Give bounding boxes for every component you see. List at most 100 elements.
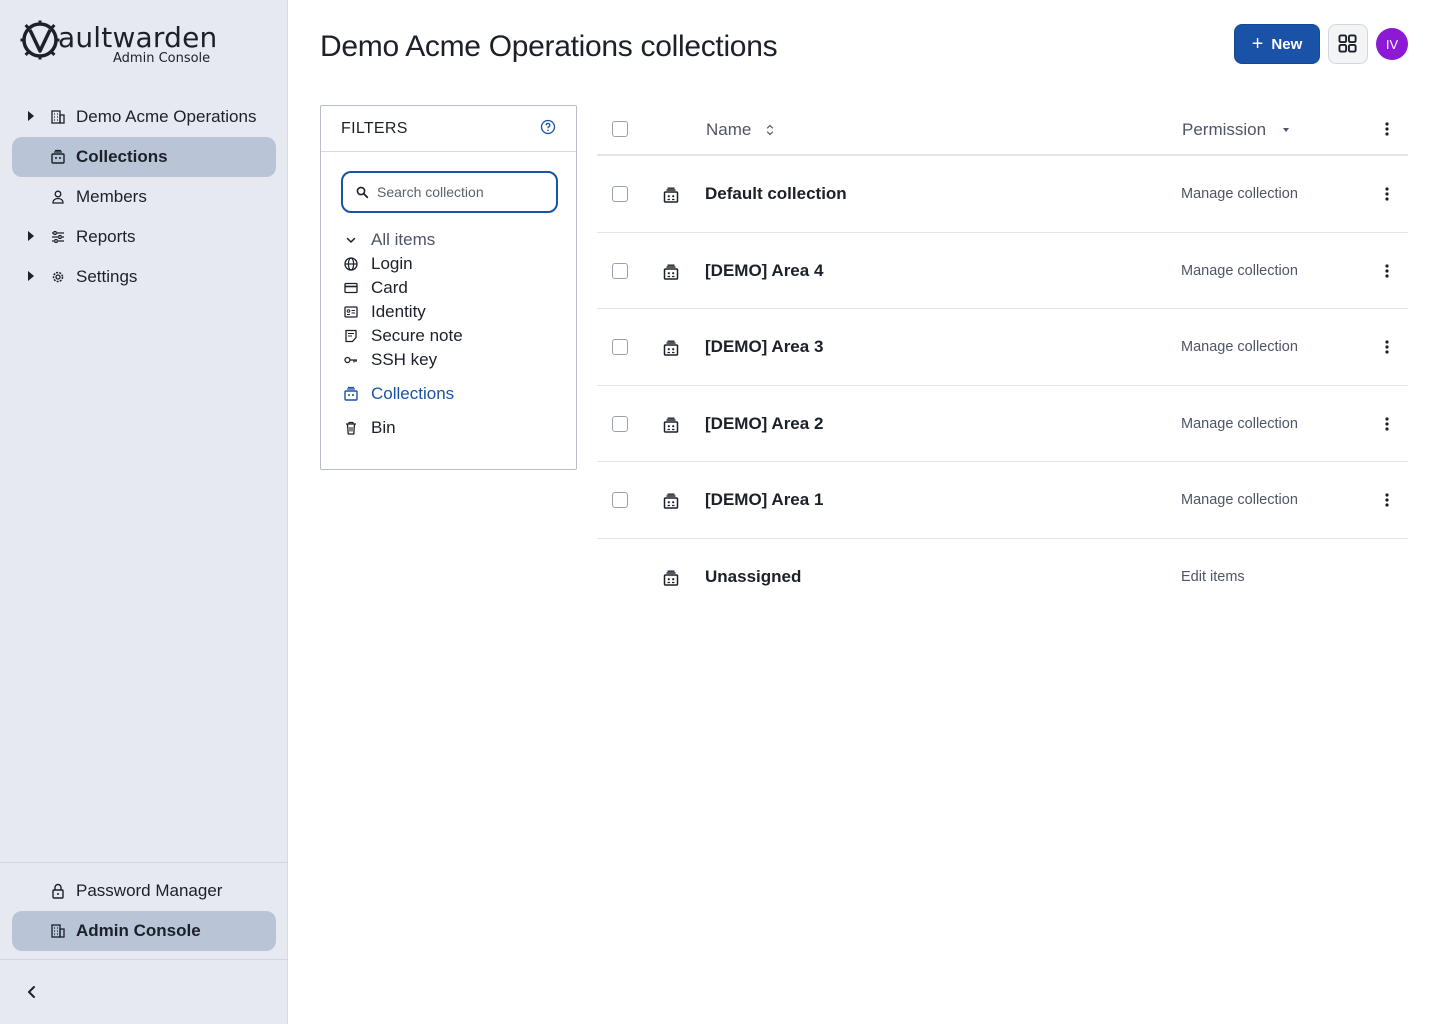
grid-icon	[1338, 34, 1357, 53]
collection-name[interactable]: [DEMO] Area 2	[705, 414, 823, 434]
permission-column-header[interactable]: Permission	[1182, 120, 1266, 140]
sidebar-item-label: Demo Acme Operations	[76, 107, 257, 126]
collection-icon	[51, 149, 65, 164]
table-row[interactable]: Default collection Manage collection	[597, 156, 1408, 233]
more-options-icon[interactable]	[1379, 490, 1395, 510]
logo-subtitle: Admin Console	[113, 51, 211, 66]
sidebar-nav: Demo Acme Operations Collections Members…	[12, 97, 276, 297]
product-switcher-button[interactable]	[1328, 24, 1368, 64]
row-checkbox[interactable]	[612, 492, 628, 508]
avatar[interactable]: IV	[1376, 28, 1408, 60]
row-checkbox[interactable]	[612, 339, 628, 355]
key-icon	[344, 356, 357, 364]
filters-header: FILTERS	[321, 106, 576, 152]
collection-name[interactable]: Default collection	[705, 184, 847, 204]
filter-label: Bin	[371, 418, 396, 437]
gear-logo-icon	[20, 20, 60, 60]
filter-label: Collections	[371, 384, 455, 403]
more-options-icon[interactable]	[1379, 184, 1395, 204]
sidebar-item-organization[interactable]: Demo Acme Operations	[12, 97, 276, 137]
collapse-sidebar-icon[interactable]	[20, 980, 44, 1004]
credit-card-icon	[344, 282, 358, 294]
filter-label: Secure note	[371, 326, 463, 345]
sidebar-item-password-manager[interactable]: Password Manager	[12, 871, 276, 911]
building-icon	[51, 110, 65, 124]
sidebar-divider	[0, 959, 288, 960]
permission-value: Manage collection	[1181, 339, 1298, 355]
sidebar-item-label: Reports	[76, 227, 136, 246]
collection-icon	[663, 417, 679, 433]
caret-right-icon[interactable]	[28, 231, 34, 241]
caret-right-icon[interactable]	[28, 271, 34, 281]
collection-name[interactable]: [DEMO] Area 3	[705, 337, 823, 357]
sliders-icon	[52, 231, 64, 243]
permission-value: Manage collection	[1181, 262, 1298, 279]
sidebar-item-label: Password Manager	[76, 881, 223, 900]
table-row[interactable]: [DEMO] Area 2 Manage collection	[597, 386, 1408, 462]
name-column-header[interactable]: Name	[706, 120, 751, 140]
collection-name[interactable]: Unassigned	[705, 567, 801, 587]
caret-right-icon[interactable]	[28, 111, 34, 121]
more-options-icon[interactable]	[1379, 119, 1395, 139]
permission-value: Manage collection	[1181, 492, 1298, 508]
more-options-icon[interactable]	[1379, 337, 1395, 357]
sidebar-item-label: Settings	[76, 267, 138, 286]
select-all-checkbox[interactable]	[612, 121, 628, 137]
product-switcher: Password Manager Admin Console	[12, 871, 276, 951]
collection-icon	[663, 570, 679, 586]
more-options-icon[interactable]	[1379, 414, 1395, 434]
filter-label: Identity	[371, 302, 426, 321]
collection-icon	[344, 386, 358, 401]
trash-icon	[346, 421, 356, 435]
sidebar-item-label: Collections	[76, 147, 168, 166]
filter-label: All items	[371, 230, 436, 249]
search-collection-field[interactable]	[341, 171, 558, 213]
row-checkbox[interactable]	[612, 415, 628, 432]
search-input[interactable]	[377, 182, 547, 202]
table-header: Name Permission	[597, 105, 1408, 156]
table-row[interactable]: [DEMO] Area 1 Manage collection	[597, 462, 1408, 539]
permission-value: Manage collection	[1181, 186, 1298, 202]
row-checkbox[interactable]	[612, 262, 628, 279]
collection-icon	[663, 187, 679, 203]
globe-icon	[344, 257, 358, 271]
sidebar-divider	[0, 862, 288, 863]
sidebar-item-reports[interactable]: Reports	[12, 217, 276, 257]
row-checkbox[interactable]	[612, 186, 628, 202]
new-button-label: New	[1271, 35, 1303, 53]
collection-icon	[663, 340, 679, 356]
sidebar-item-label: Members	[76, 187, 147, 206]
filter-label: Login	[371, 254, 413, 273]
building-icon	[51, 924, 65, 938]
page-title: Demo Acme Operations collections	[320, 30, 778, 63]
collections-table: Name Permission Default collection Manage…	[597, 105, 1408, 615]
question-circle-icon[interactable]	[540, 119, 556, 135]
table-row[interactable]: [DEMO] Area 4 Manage collection	[597, 233, 1408, 309]
sidebar: aultwarden Admin Console Demo Acme Opera…	[0, 0, 288, 1024]
filters-title: FILTERS	[341, 120, 408, 137]
new-button[interactable]: + New	[1234, 24, 1320, 64]
sidebar-item-settings[interactable]: Settings	[12, 257, 276, 297]
sidebar-item-admin-console[interactable]: Admin Console	[12, 911, 276, 951]
permission-value: Manage collection	[1181, 415, 1298, 432]
filter-label: Card	[371, 278, 408, 297]
filters-panel: FILTERS All items Login Card Identity Se…	[320, 105, 577, 470]
note-icon	[345, 329, 357, 343]
table-row[interactable]: [DEMO] Area 3 Manage collection	[597, 309, 1408, 386]
gear-icon	[52, 271, 64, 283]
collection-icon	[663, 264, 679, 280]
chevron-down-icon[interactable]	[343, 232, 359, 248]
lock-icon	[52, 883, 64, 899]
caret-down-icon[interactable]	[1283, 128, 1289, 132]
collection-name[interactable]: [DEMO] Area 4	[705, 261, 823, 281]
more-options-icon[interactable]	[1379, 261, 1395, 281]
sort-icon[interactable]	[765, 122, 775, 138]
vaultwarden-logo[interactable]: aultwarden Admin Console	[20, 18, 240, 70]
table-row[interactable]: Unassigned Edit items	[597, 539, 1408, 616]
user-icon	[52, 190, 64, 204]
plus-icon: +	[1251, 33, 1264, 55]
sidebar-item-collections[interactable]: Collections	[12, 137, 276, 177]
sidebar-item-members[interactable]: Members	[12, 177, 276, 217]
permission-value: Edit items	[1181, 568, 1245, 585]
collection-name[interactable]: [DEMO] Area 1	[705, 490, 823, 510]
